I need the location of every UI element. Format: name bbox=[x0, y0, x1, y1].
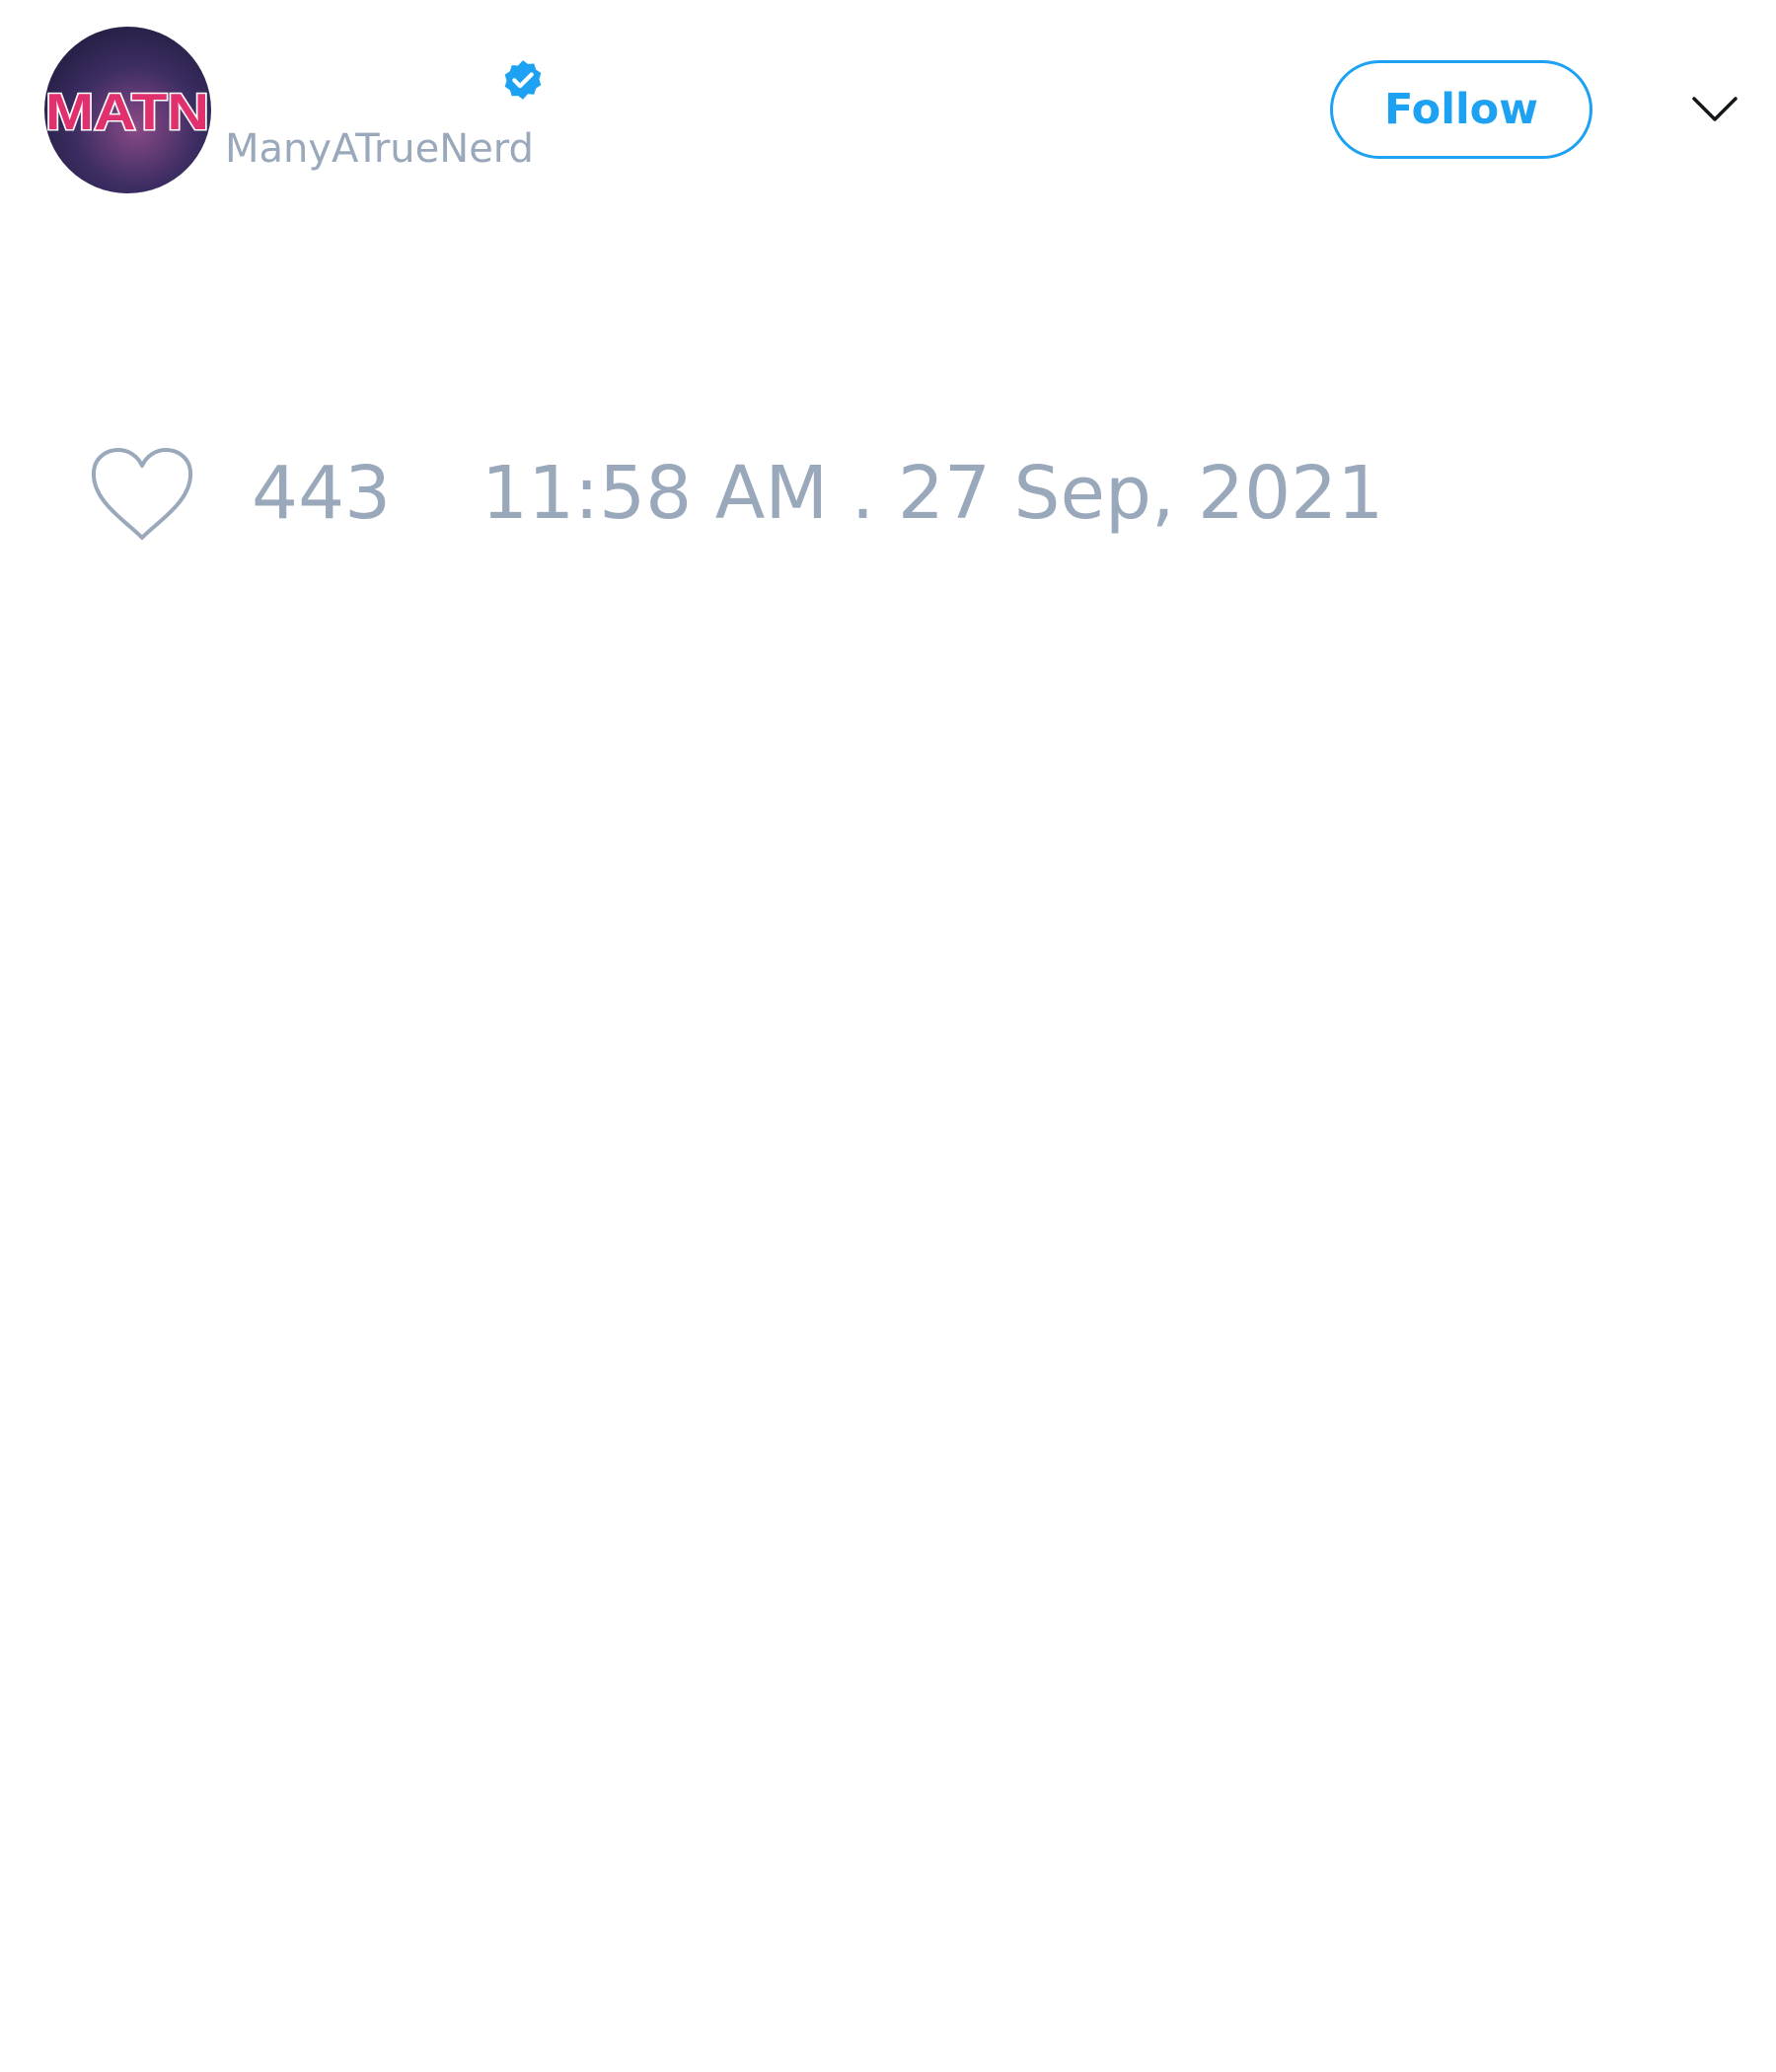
verified-badge-icon bbox=[504, 60, 542, 100]
chevron-down-icon[interactable] bbox=[1691, 93, 1739, 126]
heart-outline-icon[interactable] bbox=[89, 446, 195, 542]
tweet-timestamp[interactable]: 11:58 AM . 27 Sep, 2021 bbox=[481, 450, 1383, 537]
author-handle[interactable]: ManyATrueNerd bbox=[225, 126, 534, 172]
avatar[interactable]: MATN bbox=[44, 27, 211, 193]
avatar-logo-text: MATN bbox=[45, 84, 209, 141]
follow-button[interactable]: Follow bbox=[1330, 60, 1592, 159]
like-count: 443 bbox=[252, 451, 392, 536]
avatar-image: MATN bbox=[44, 83, 211, 143]
